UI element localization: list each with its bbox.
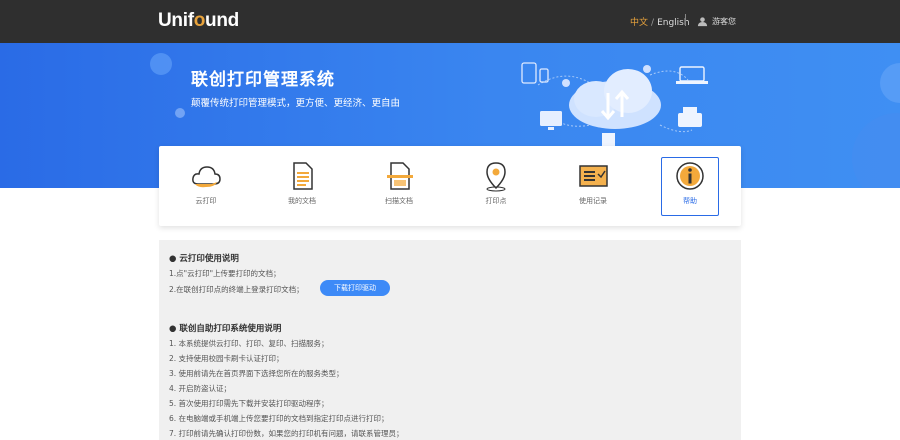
help-line: 1.点"云打印"上传要打印的文档； <box>169 269 281 278</box>
help-line: 2. 支持使用校园卡刷卡认证打印； <box>169 354 284 363</box>
desktop-icon <box>540 111 562 126</box>
language-switcher: 中文 / English <box>630 15 690 28</box>
info-icon <box>676 162 704 190</box>
menu-label: 打印点 <box>485 197 507 205</box>
banner-subtitle: 颠覆传统打印管理模式，更方便、更经济、更自由 <box>191 98 401 109</box>
menu-item-scan-documents[interactable]: 扫描文档 <box>370 158 428 216</box>
help-line: 5. 首次使用打印需先下载并安装打印驱动程序； <box>169 399 329 408</box>
laptop-icon <box>679 66 705 82</box>
help-line: 2.在联创打印点的终端上登录打印文档； <box>169 285 304 294</box>
printer-icon <box>678 113 702 127</box>
cloud-icon <box>192 166 221 188</box>
section-title: ● 联创自助打印系统使用说明 <box>169 324 282 334</box>
help-line: 6. 在电脑端或手机端上传您要打印的文档到指定打印点进行打印； <box>169 414 389 423</box>
section-title: ● 云打印使用说明 <box>169 254 239 264</box>
menu-item-help[interactable]: 帮助 <box>661 157 719 216</box>
function-menu: 云打印 我的文档 扫描文档 打印点 使用记录 帮助 <box>159 146 741 226</box>
menu-item-usage-records[interactable]: 使用记录 <box>564 158 622 216</box>
record-icon <box>579 165 608 187</box>
scan-icon <box>387 162 413 190</box>
tablet-icon <box>521 62 537 84</box>
menu-label: 扫描文档 <box>385 197 413 205</box>
user-menu[interactable]: 游客您 <box>697 14 736 28</box>
menu-label: 使用记录 <box>579 197 607 205</box>
header-divider <box>685 14 686 26</box>
user-icon <box>697 16 708 26</box>
decor-bubble <box>175 108 185 118</box>
decor-bubble <box>880 63 900 103</box>
document-icon <box>293 162 313 190</box>
menu-label: 帮助 <box>683 197 697 205</box>
lang-zh-link[interactable]: 中文 <box>630 18 648 28</box>
decor-bubble <box>150 53 172 75</box>
banner-title: 联创打印管理系统 <box>191 70 335 90</box>
phone-icon <box>539 68 549 83</box>
download-driver-button[interactable]: 下载打印驱动 <box>320 280 390 296</box>
cloud-icon <box>569 69 661 129</box>
decor-bubble <box>852 113 900 188</box>
help-panel: ● 云打印使用说明 1.点"云打印"上传要打印的文档； 2.在联创打印点的终端上… <box>159 240 741 440</box>
menu-item-print-points[interactable]: 打印点 <box>467 158 525 216</box>
user-small-icon <box>562 79 570 87</box>
username-label: 游客您 <box>712 16 736 26</box>
help-line: 7. 打印前请先确认打印份数，如果您的打印机有问题，请联系管理员； <box>169 429 404 438</box>
menu-label: 我的文档 <box>288 197 316 205</box>
lang-separator: / <box>651 18 655 28</box>
menu-label: 云打印 <box>195 197 217 205</box>
top-bar: Unifound 中文 / English 游客您 <box>0 0 900 43</box>
user-small-icon <box>643 65 651 73</box>
menu-item-cloud-print[interactable]: 云打印 <box>177 158 235 216</box>
help-line: 3. 使用前请先在首页界面下选择您所在的服务类型； <box>169 369 344 378</box>
help-line: 4. 开启防盗认证； <box>169 384 232 393</box>
help-line: 1. 本系统提供云打印、打印、复印、扫描服务； <box>169 339 329 348</box>
location-pin-icon <box>486 162 506 192</box>
unifound-logo[interactable]: Unifound <box>158 10 239 32</box>
menu-item-my-documents[interactable]: 我的文档 <box>273 158 331 216</box>
